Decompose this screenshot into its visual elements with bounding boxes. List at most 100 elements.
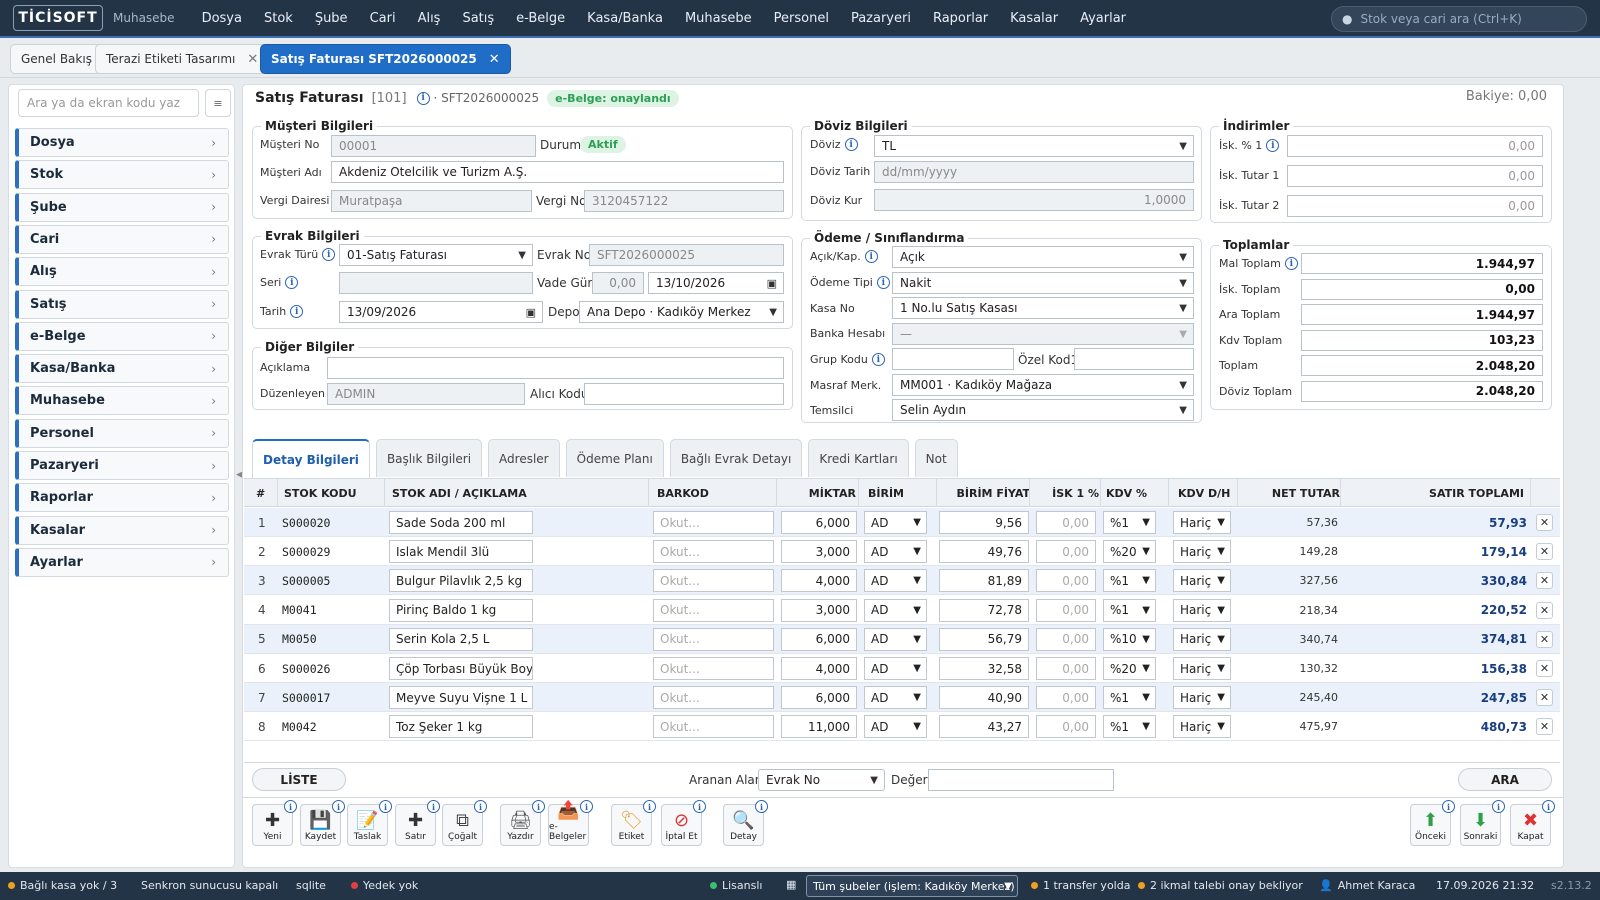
unit-select[interactable]: AD ▼ — [864, 715, 927, 739]
barcode-input[interactable]: Okut... — [653, 540, 774, 564]
detail-tab-0[interactable]: Detay Bilgileri — [252, 439, 370, 479]
info-icon[interactable]: i — [332, 800, 345, 813]
discount-percent-field[interactable]: 0,00 — [1036, 657, 1096, 680]
quantity-field[interactable]: 11,000 — [781, 715, 857, 739]
document-type-select[interactable]: 01-Satış Faturası ▼ — [339, 244, 533, 266]
unit-price-field[interactable]: 9,56 — [939, 511, 1029, 534]
tab-satis-faturasi[interactable]: Satış Faturası SFT2026000025 ✕ — [260, 44, 511, 74]
info-icon[interactable]: i — [290, 305, 304, 318]
receiver-code-field[interactable] — [584, 383, 784, 405]
toolbar-button-taslak[interactable]: 📝 Taslak i — [347, 800, 392, 846]
vat-included-select[interactable]: Hariç ▼ — [1173, 657, 1231, 680]
info-icon[interactable]: i — [416, 91, 430, 105]
vat-select[interactable]: %1 ▼ — [1103, 511, 1156, 534]
sidebar-item-4[interactable]: Alış › — [15, 257, 229, 287]
cashbox-select[interactable]: 1 No.lu Satış Kasası ▼ — [892, 297, 1194, 319]
sidebar-item-7[interactable]: Kasa/Banka › — [15, 354, 229, 384]
unit-price-field[interactable]: 40,90 — [939, 686, 1029, 710]
tab-genel-bakis[interactable]: Genel Bakış — [10, 44, 103, 74]
vat-included-select[interactable]: Hariç ▼ — [1173, 686, 1231, 710]
sidebar-item-8[interactable]: Muhasebe › — [15, 386, 229, 416]
sidebar-item-3[interactable]: Cari › — [15, 224, 229, 254]
detail-tab-6[interactable]: Not — [914, 439, 958, 477]
menu-item-12[interactable]: Kasalar — [999, 11, 1069, 26]
menu-item-10[interactable]: Pazaryeri — [840, 11, 922, 26]
currency-date-field[interactable]: dd/mm/yyyy — [874, 161, 1194, 183]
delete-row-icon[interactable]: ✕ — [1536, 630, 1553, 648]
replenish-status-text[interactable]: 2 ikmal talebi onay bekliyor — [1150, 879, 1303, 892]
info-icon[interactable]: i — [1266, 139, 1280, 152]
detail-tab-5[interactable]: Kredi Kartları — [808, 439, 909, 477]
delete-row-icon[interactable]: ✕ — [1536, 572, 1553, 590]
unit-price-field[interactable]: 72,78 — [939, 598, 1029, 622]
toolbar-button-yazdır[interactable]: 🖨 Yazdır i — [500, 800, 545, 846]
toolbar-button-etiket[interactable]: 🏷 Etiket i — [611, 800, 656, 846]
info-icon[interactable]: i — [844, 138, 858, 151]
delete-row-icon[interactable]: ✕ — [1536, 660, 1553, 677]
table-row[interactable]: 2 S000029 Islak Mendil 3lü Okut... 3,000 AD ▼ 4… — [244, 537, 1560, 567]
stock-name-field[interactable]: Bulgur Pilavlık 2,5 kg — [389, 569, 533, 593]
date-field[interactable]: 13/09/2026 ▣ — [339, 301, 543, 323]
stock-name-field[interactable]: Islak Mendil 3lü — [389, 540, 533, 564]
toolbar-button-yeni[interactable]: ✚ Yeni i — [252, 800, 297, 846]
list-button[interactable]: LİSTE — [252, 768, 346, 791]
delete-row-icon[interactable]: ✕ — [1536, 543, 1553, 561]
toolbar-button-kaydet[interactable]: 💾 Kaydet i — [300, 800, 345, 846]
info-icon[interactable]: i — [474, 800, 487, 813]
quantity-field[interactable]: 4,000 — [781, 569, 857, 593]
vat-included-select[interactable]: Hariç ▼ — [1173, 598, 1231, 622]
info-icon[interactable]: i — [876, 276, 890, 289]
vat-included-select[interactable]: Hariç ▼ — [1173, 715, 1231, 739]
representative-select[interactable]: Selin Aydın ▼ — [892, 399, 1194, 421]
unit-select[interactable]: AD ▼ — [864, 657, 927, 680]
quantity-field[interactable]: 6,000 — [781, 627, 857, 651]
search-field-select[interactable]: Evrak No ▼ — [758, 769, 885, 791]
sidebar-item-13[interactable]: Ayarlar › — [15, 547, 229, 577]
discount-percent-field[interactable]: 0,00 — [1036, 715, 1096, 739]
toolbar-button-i̇ptal et[interactable]: ⊘ İptal Et i — [661, 800, 706, 846]
barcode-input[interactable]: Okut... — [653, 511, 774, 534]
vat-included-select[interactable]: Hariç ▼ — [1173, 627, 1231, 651]
delete-row-icon[interactable]: ✕ — [1536, 514, 1553, 531]
stock-name-field[interactable]: Sade Soda 200 ml — [389, 511, 533, 534]
barcode-input[interactable]: Okut... — [653, 657, 774, 680]
branch-select[interactable]: Tüm şubeler (işlem: Kadıköy Merkez) ▼ — [806, 875, 1018, 897]
sidebar-item-10[interactable]: Pazaryeri › — [15, 451, 229, 480]
quantity-field[interactable]: 6,000 — [781, 686, 857, 710]
search-button[interactable]: ARA — [1458, 768, 1552, 791]
exchange-rate-field[interactable]: 1,0000 — [874, 189, 1194, 211]
calendar-icon[interactable]: ▣ — [526, 306, 536, 319]
info-icon[interactable]: i — [871, 353, 885, 366]
sidebar-item-0[interactable]: Dosya › — [15, 128, 229, 157]
tax-office-field[interactable]: Muratpaşa — [331, 190, 532, 212]
tax-no-field[interactable]: 3120457122 — [584, 190, 784, 212]
discount-field[interactable]: 0,00 — [1287, 195, 1543, 217]
discount-field[interactable]: 0,00 — [1287, 135, 1543, 157]
menu-item-0[interactable]: Dosya — [191, 11, 253, 26]
menu-item-4[interactable]: Alış — [407, 11, 452, 26]
info-icon[interactable]: i — [755, 800, 768, 813]
vat-included-select[interactable]: Hariç ▼ — [1173, 511, 1231, 534]
calendar-icon[interactable]: ▣ — [767, 277, 777, 290]
bank-account-select[interactable]: — ▼ — [892, 323, 1194, 345]
quantity-field[interactable]: 3,000 — [781, 598, 857, 622]
table-row[interactable]: 3 S000005 Bulgur Pilavlık 2,5 kg Okut... 4,0… — [244, 566, 1560, 596]
unit-price-field[interactable]: 43,27 — [939, 715, 1029, 739]
table-row[interactable]: 7 S000017 Meyve Suyu Vişne 1 L Okut... 6,000… — [244, 683, 1560, 713]
menu-item-1[interactable]: Stok — [253, 11, 304, 26]
group-code-field[interactable] — [892, 348, 1014, 370]
discount-field[interactable]: 0,00 — [1287, 165, 1543, 187]
customer-no-field[interactable]: 00001 — [331, 135, 536, 157]
stock-name-field[interactable]: Serin Kola 2,5 L — [389, 627, 533, 651]
unit-select[interactable]: AD ▼ — [864, 569, 927, 593]
menu-item-3[interactable]: Cari — [359, 11, 407, 26]
sidebar-item-1[interactable]: Stok › — [15, 160, 229, 190]
quantity-field[interactable]: 3,000 — [781, 540, 857, 564]
sidebar-menu-toggle-icon[interactable]: ≡ — [205, 89, 231, 117]
vat-select[interactable]: %20 ▼ — [1103, 540, 1156, 564]
tab-terazi-etiketi[interactable]: Terazi Etiketi Tasarımı ✕ — [95, 44, 270, 74]
table-row[interactable]: 4 M0041 Pirinç Baldo 1 kg Okut... 3,000 AD ▼ 72… — [244, 596, 1560, 625]
quantity-field[interactable]: 4,000 — [781, 657, 857, 680]
detail-tab-2[interactable]: Adresler — [488, 439, 560, 477]
quantity-field[interactable]: 6,000 — [781, 511, 857, 534]
